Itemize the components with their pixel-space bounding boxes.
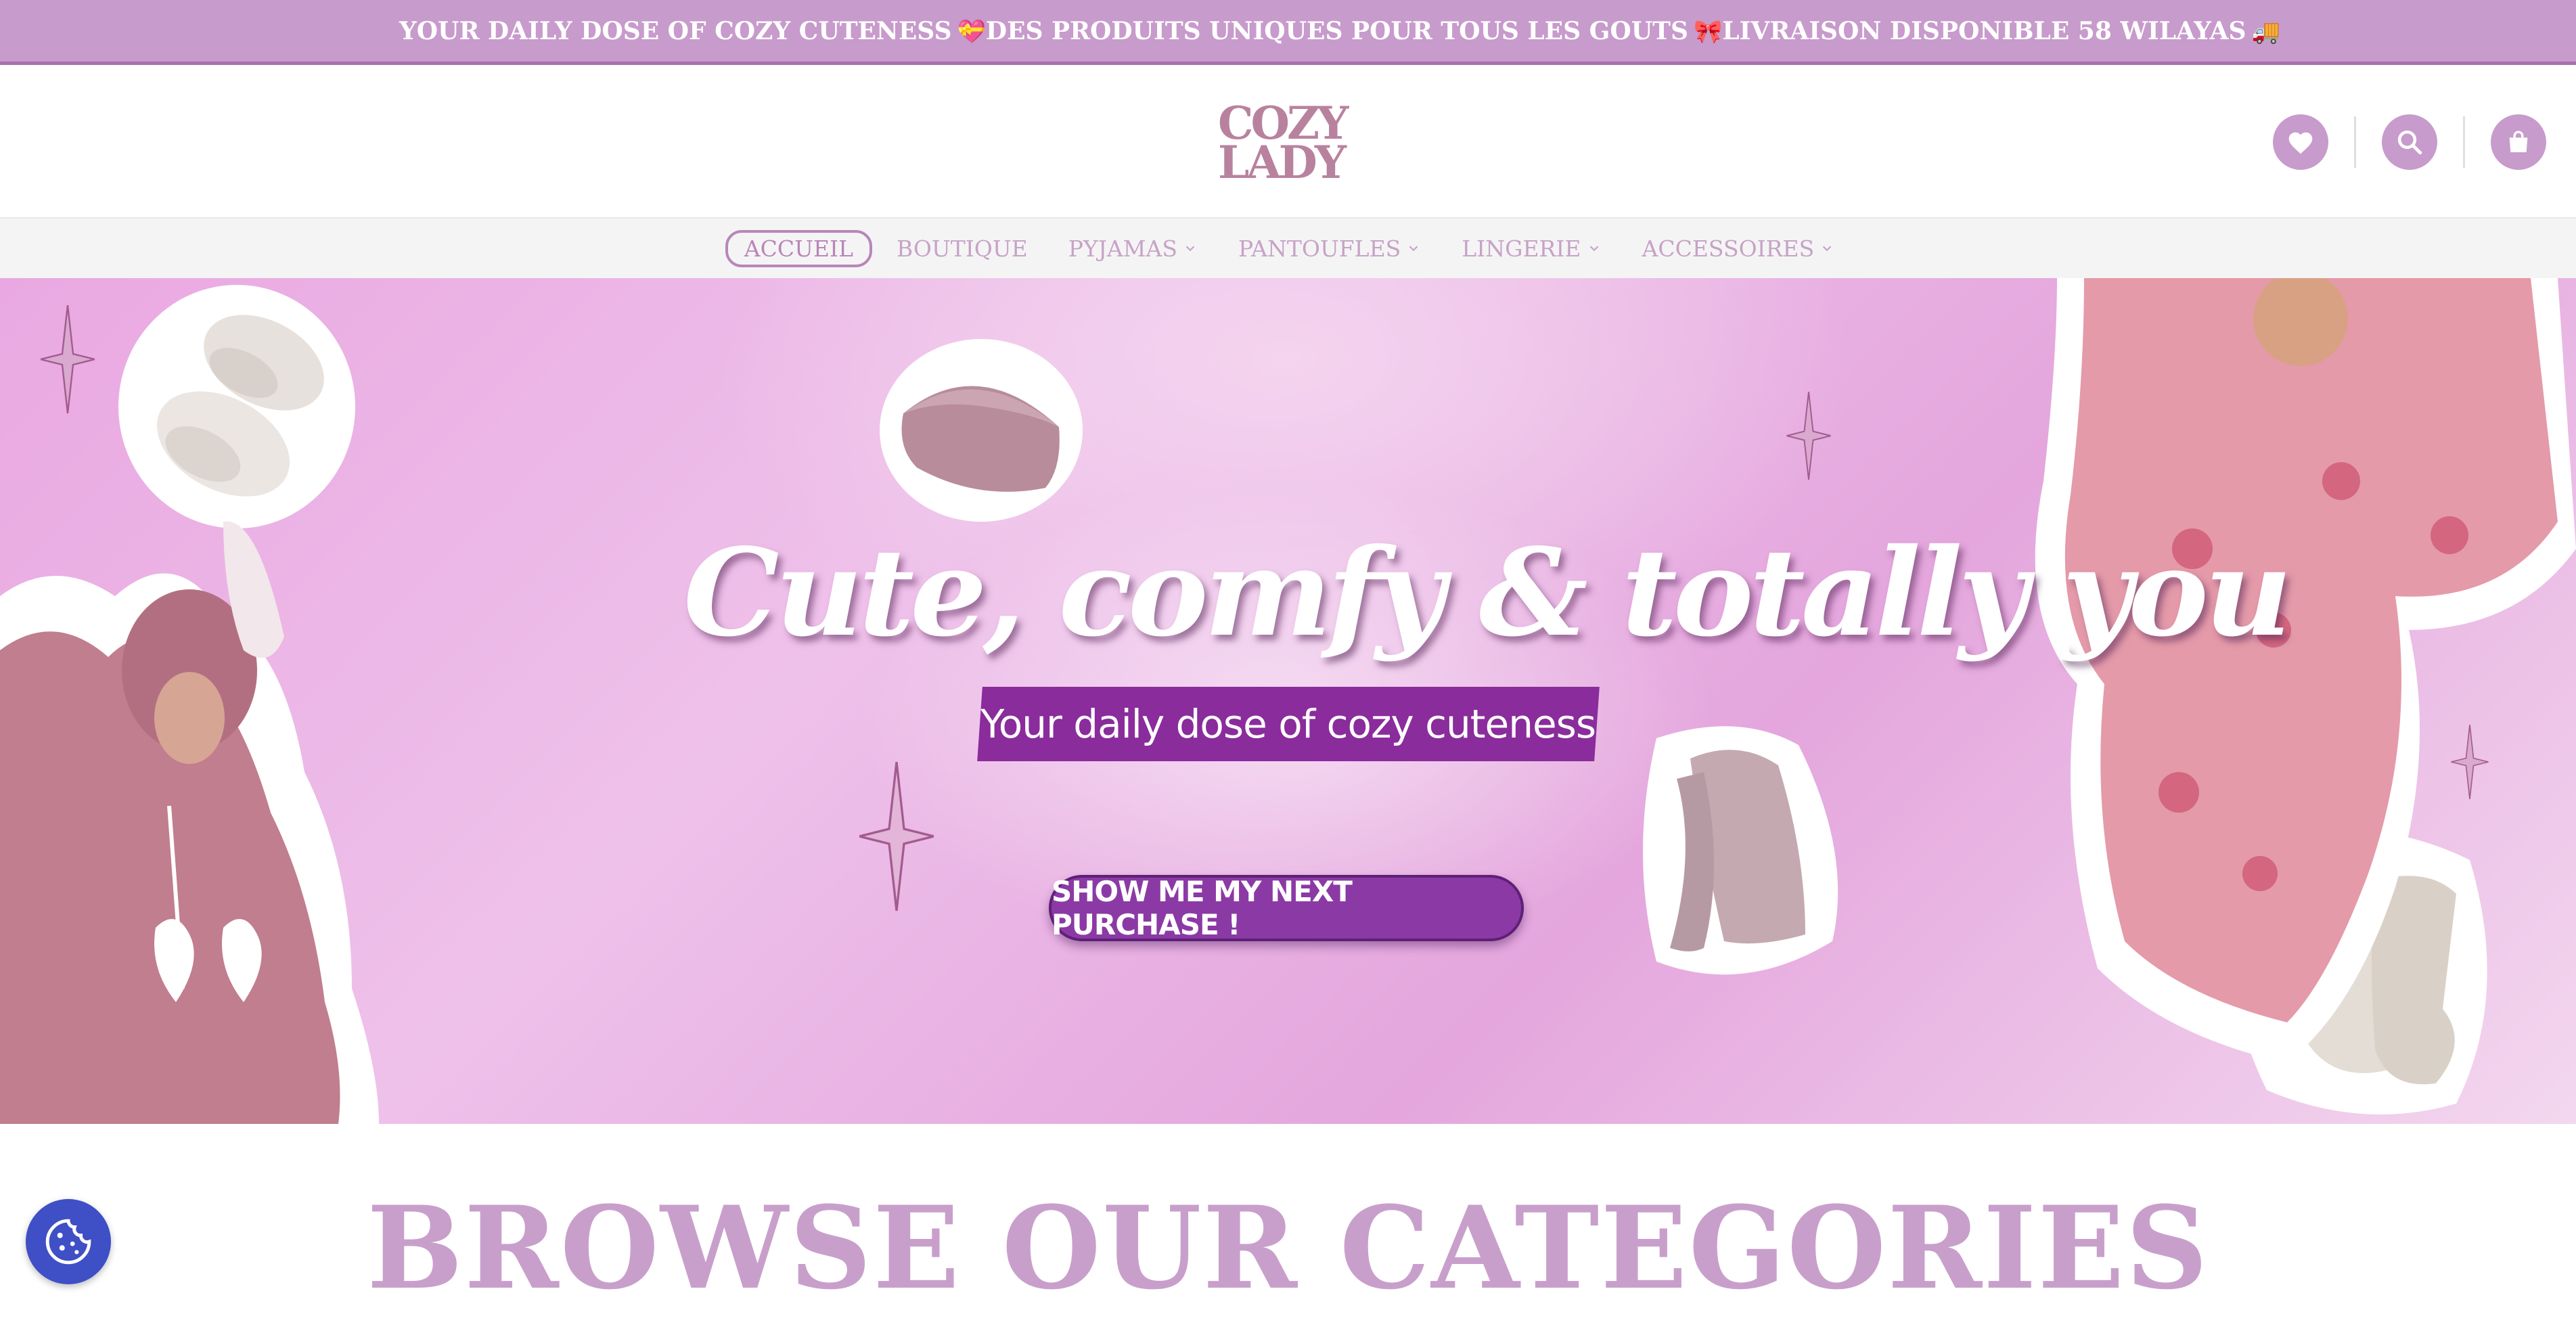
- scarf-product-image: [1643, 726, 1838, 975]
- beanie-product-image: [880, 339, 1083, 522]
- model-pyjama-image: [2035, 278, 2576, 1063]
- model-onesie-image: [0, 521, 379, 1124]
- announcement-item: LIVRAISON DISPONIBLE 58 WILAYAS 🚚: [1722, 16, 2280, 45]
- hero-title: Cute, comfy & totally you: [683, 522, 2292, 663]
- search-icon: [2397, 130, 2422, 155]
- sparkle-decoration: [1786, 392, 1831, 480]
- cookie-icon: [45, 1219, 91, 1265]
- announcement-item: DES PRODUITS UNIQUES POUR TOUS LES GOUTS…: [985, 16, 1723, 45]
- site-logo[interactable]: COZY LADY: [1218, 101, 1353, 189]
- nav-item-lingerie[interactable]: LINGERIE: [1445, 231, 1617, 266]
- main-nav: ACCUEIL BOUTIQUE PYJAMAS PANTOUFLES LING…: [0, 219, 2576, 278]
- nav-item-accueil[interactable]: ACCUEIL: [725, 229, 872, 267]
- hero-banner: Cute, comfy & totally you Your daily dos…: [0, 278, 2576, 1124]
- search-button[interactable]: [2382, 114, 2437, 170]
- nav-item-boutique[interactable]: BOUTIQUE: [880, 231, 1044, 266]
- header-actions: [2273, 114, 2546, 170]
- nav-item-pyjamas[interactable]: PYJAMAS: [1052, 231, 1214, 266]
- chevron-down-icon: [1409, 246, 1418, 252]
- nav-item-accessoires[interactable]: ACCESSOIRES: [1626, 231, 1851, 266]
- shop-cta-button[interactable]: SHOW ME MY NEXT PURCHASE !: [1049, 875, 1524, 941]
- sparkle-decoration: [41, 305, 95, 413]
- header-divider: [2463, 116, 2465, 168]
- heart-icon: [2288, 132, 2313, 154]
- sparkle-decoration: [859, 761, 934, 911]
- hero-subtitle: Your daily dose of cozy cuteness: [980, 701, 1596, 747]
- nav-item-pantoufles[interactable]: PANTOUFLES: [1222, 231, 1437, 266]
- chevron-down-icon: [1589, 246, 1598, 252]
- header-divider: [2354, 116, 2356, 168]
- chevron-down-icon: [1822, 246, 1832, 252]
- announcement-item: YOUR DAILY DOSE OF COZY CUTENESS 💝: [399, 16, 986, 45]
- site-header: COZY LADY: [0, 68, 2576, 219]
- logo-line-2: LADY: [1218, 136, 1347, 189]
- shopping-bag-icon: [2509, 131, 2528, 152]
- chevron-down-icon: [1185, 246, 1195, 252]
- cart-button[interactable]: [2491, 114, 2546, 170]
- slippers-product-image: [118, 285, 355, 528]
- announcement-bar: YOUR DAILY DOSE OF COZY CUTENESS 💝 DES PR…: [0, 0, 2576, 65]
- browse-categories-heading: BROWSE OUR CATEGORIES: [367, 1181, 2209, 1315]
- hero-subtitle-tag: Your daily dose of cozy cuteness: [977, 687, 1600, 761]
- cookie-settings-button[interactable]: [26, 1199, 111, 1284]
- wishlist-button[interactable]: [2273, 114, 2328, 170]
